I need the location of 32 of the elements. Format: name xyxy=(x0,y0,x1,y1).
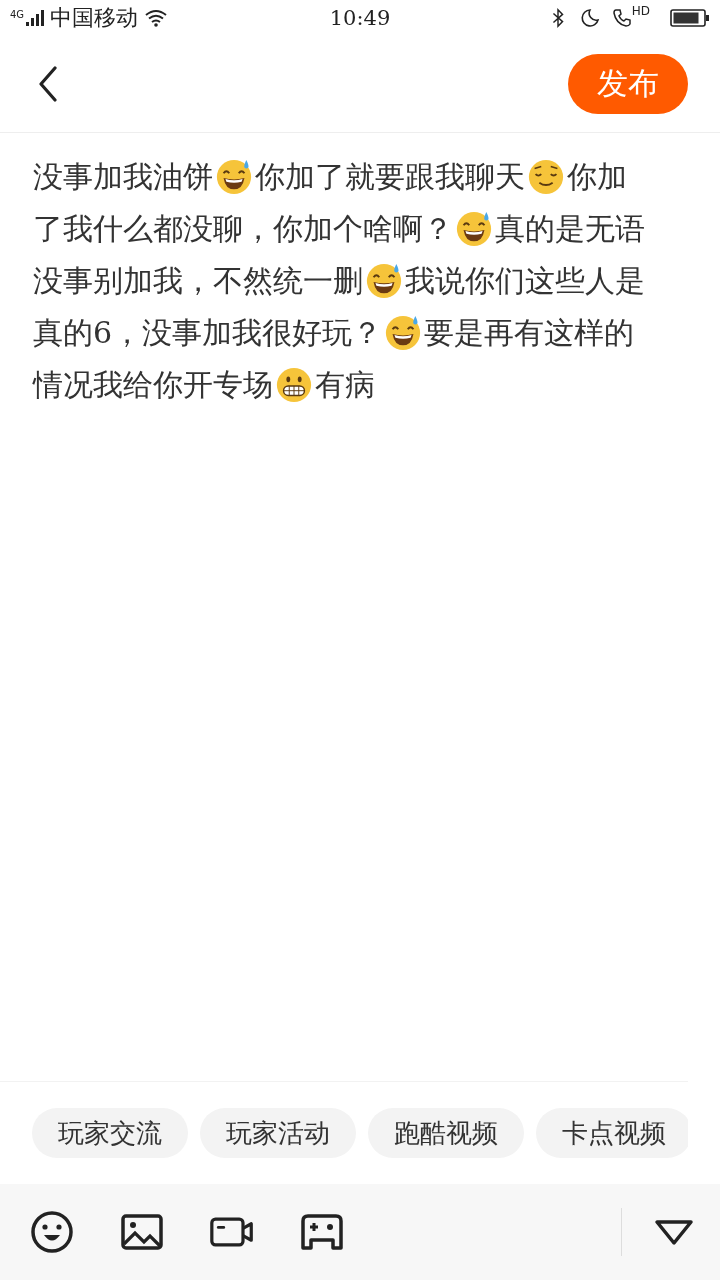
post-text: 真的6，没事加我很好玩？ xyxy=(33,314,383,352)
signal-icon xyxy=(26,10,45,26)
post-text: 没事加我油饼 xyxy=(33,158,213,196)
moon-icon xyxy=(579,8,600,28)
topic-tag[interactable]: 卡点视频 xyxy=(536,1108,688,1158)
post-text: 情况我给你开专场 xyxy=(33,366,273,404)
back-icon[interactable] xyxy=(38,66,58,102)
post-text: 真的是无语 xyxy=(495,210,645,248)
post-text: 你加了就要跟我聊天 xyxy=(255,158,525,196)
sweat-smile-face-icon xyxy=(365,262,403,300)
sweat-smile-face-icon xyxy=(384,314,423,352)
post-text: 要是再有这样的 xyxy=(424,314,635,352)
post-text: 我说你们这些人是 xyxy=(405,262,645,300)
smiling-face-icon xyxy=(527,158,565,196)
post-text: 有病 xyxy=(315,366,375,404)
post-text: 你加 xyxy=(567,158,627,196)
network-type: 4G xyxy=(10,9,25,20)
post-text: 没事别加我，不然统一删 xyxy=(33,262,363,300)
hd-label: HD xyxy=(631,4,650,18)
topic-tag[interactable]: 跑酷视频 xyxy=(368,1108,524,1158)
battery-icon xyxy=(670,9,710,27)
grinning-face-icon xyxy=(275,366,313,404)
post-text: 了我什么都没聊，你加个啥啊？ xyxy=(33,210,453,248)
sweat-smile-face-icon xyxy=(455,210,493,248)
wifi-icon xyxy=(144,9,169,27)
phone-icon xyxy=(611,8,632,28)
smiley-icon[interactable] xyxy=(30,1210,74,1254)
topic-tag[interactable]: 玩家交流 xyxy=(32,1108,188,1158)
sweat-smile-face-icon xyxy=(215,158,253,196)
topic-tag[interactable]: 玩家活动 xyxy=(200,1108,356,1158)
clock-time: 10:49 xyxy=(329,6,391,30)
carrier-name: 中国移动 xyxy=(50,4,139,32)
